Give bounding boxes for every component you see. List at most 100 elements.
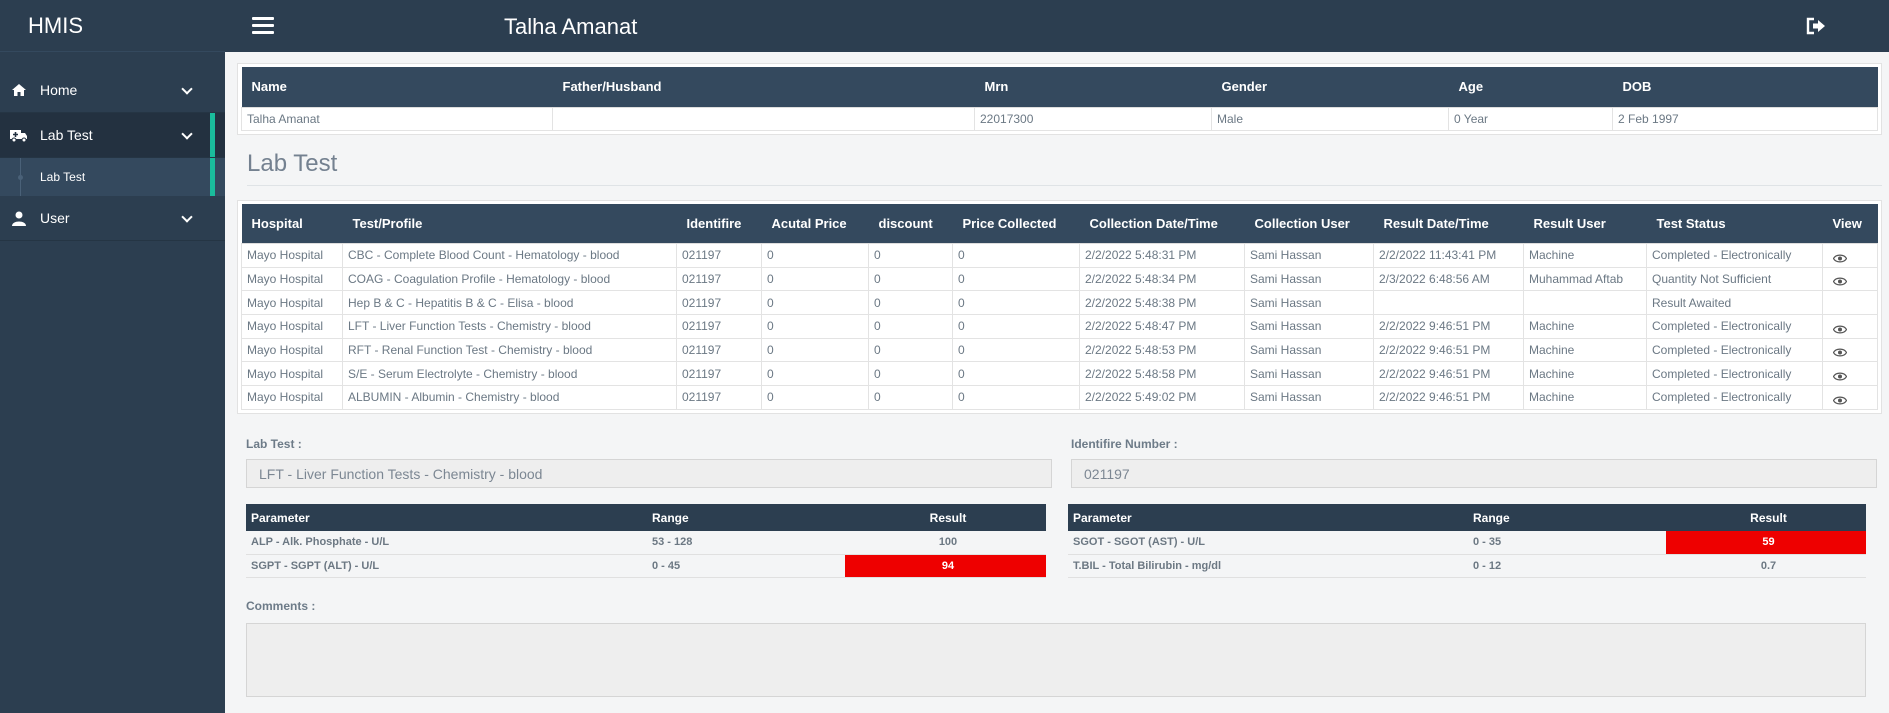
lab-test-field[interactable]: LFT - Liver Function Tests - Chemistry -… <box>246 459 1052 488</box>
table-row: SGOT - SGOT (AST) - U/L 0 - 35 59 <box>1068 531 1866 555</box>
cell-discount: 0 <box>868 290 953 316</box>
identifire-label: Identifire Number : <box>1071 437 1178 451</box>
cell-collected: 0 <box>952 385 1080 410</box>
cell-id: 021197 <box>676 385 762 410</box>
column-header: Identifire <box>676 203 762 244</box>
cell-hospital: Mayo Hospital <box>241 361 343 387</box>
eye-icon[interactable] <box>1832 252 1848 263</box>
cell-coll-user: Sami Hassan <box>1244 290 1374 316</box>
brand-logo[interactable]: HMIS <box>0 0 225 52</box>
cell-res-dt: 2/2/2022 11:43:41 PM <box>1373 243 1524 268</box>
cell-price: 0 <box>761 361 869 387</box>
lab-test-label: Lab Test : <box>246 437 302 451</box>
cell-hospital: Mayo Hospital <box>241 337 343 363</box>
cell-collected: 0 <box>952 314 1080 339</box>
identifire-field[interactable]: 021197 <box>1071 459 1877 488</box>
eye-icon[interactable] <box>1832 370 1848 381</box>
param-result: 94 <box>845 554 1046 578</box>
column-header: Test/Profile <box>342 203 677 244</box>
cell-res-user: Machine <box>1523 337 1647 363</box>
params-right: Parameter Range Result SGOT - SGOT (AST)… <box>1068 504 1866 578</box>
patient-info-table: Name Father/Husband Mrn Gender Age DOB T… <box>241 67 1878 131</box>
param-range: 0 - 12 <box>1468 554 1666 578</box>
cell-price: 0 <box>761 337 869 363</box>
cell-test: LFT - Liver Function Tests - Chemistry -… <box>342 314 677 339</box>
sidebar-item-user[interactable]: User <box>0 196 225 241</box>
main-content: Name Father/Husband Mrn Gender Age DOB T… <box>237 63 1882 697</box>
cell-collected: 0 <box>952 337 1080 363</box>
sidebar-item-lab-test[interactable]: Lab Test <box>0 113 225 158</box>
cell-id: 021197 <box>676 337 762 363</box>
table-row: Mayo Hospital RFT - Renal Function Test -… <box>241 337 1878 363</box>
cell-coll-user: Sami Hassan <box>1244 337 1374 363</box>
column-header: Acutal Price <box>761 203 869 244</box>
cell-coll-dt: 2/2/2022 5:49:02 PM <box>1079 385 1245 410</box>
cell-res-dt: 2/3/2022 6:48:56 AM <box>1373 266 1524 292</box>
cell-coll-user: Sami Hassan <box>1244 385 1374 410</box>
table-row: Mayo Hospital COAG - Coagulation Profile … <box>241 266 1878 292</box>
cell-view <box>1822 337 1878 363</box>
cell-hospital: Mayo Hospital <box>241 266 343 292</box>
page-title: Talha Amanat <box>504 14 638 39</box>
cell-id: 021197 <box>676 266 762 292</box>
cell-res-dt: 2/2/2022 9:46:51 PM <box>1373 314 1524 339</box>
lab-tests-panel: Hospital Test/Profile Identifire Acutal Pri… <box>237 199 1882 414</box>
menu-toggle-icon[interactable] <box>252 17 274 35</box>
cell-res-dt: 2/2/2022 9:46:51 PM <box>1373 361 1524 387</box>
cell-view <box>1822 290 1878 316</box>
param-result: 59 <box>1666 531 1866 555</box>
cell-status: Quantity Not Sufficient <box>1646 266 1823 292</box>
eye-icon[interactable] <box>1832 323 1848 334</box>
cell-hospital: Mayo Hospital <box>241 314 343 339</box>
eye-icon[interactable] <box>1832 346 1848 357</box>
column-header: Parameter <box>246 504 647 531</box>
table-row: SGPT - SGPT (ALT) - U/L 0 - 45 94 <box>246 554 1046 578</box>
column-header: Father/Husband <box>552 67 975 108</box>
table-row: Mayo Hospital LFT - Liver Function Tests … <box>241 314 1878 339</box>
cell-hospital: Mayo Hospital <box>241 290 343 316</box>
eye-icon[interactable] <box>1832 275 1848 286</box>
table-row: Mayo Hospital ALBUMIN - Albumin - Chemist… <box>241 385 1878 410</box>
param-range: 53 - 128 <box>647 531 845 555</box>
table-row: Talha Amanat 22017300 Male 0 Year 2 Feb … <box>241 106 1878 131</box>
cell-status: Completed - Electronically <box>1646 314 1823 339</box>
user-icon <box>10 209 28 227</box>
patient-father <box>552 106 975 131</box>
cell-collected: 0 <box>952 361 1080 387</box>
column-header: Result <box>845 504 1046 531</box>
param-result: 100 <box>845 531 1046 555</box>
cell-coll-user: Sami Hassan <box>1244 314 1374 339</box>
logout-icon[interactable] <box>1806 17 1826 35</box>
parameter-table-right: Parameter Range Result SGOT - SGOT (AST)… <box>1068 504 1866 578</box>
eye-icon[interactable] <box>1832 394 1848 405</box>
chevron-down-icon <box>181 83 193 95</box>
cell-hospital: Mayo Hospital <box>241 385 343 410</box>
table-row: ALP - Alk. Phosphate - U/L 53 - 128 100 <box>246 531 1046 555</box>
sidebar-item-home[interactable]: Home <box>0 68 225 113</box>
cell-discount: 0 <box>868 243 953 268</box>
cell-test: S/E - Serum Electrolyte - Chemistry - bl… <box>342 361 677 387</box>
param-range: 0 - 35 <box>1468 531 1666 555</box>
cell-discount: 0 <box>868 314 953 339</box>
cell-collected: 0 <box>952 266 1080 292</box>
comments-field[interactable] <box>246 623 1866 697</box>
cell-hospital: Mayo Hospital <box>241 243 343 268</box>
column-header: View <box>1822 203 1878 244</box>
column-header: Test Status <box>1646 203 1823 244</box>
parameter-table-left: Parameter Range Result ALP - Alk. Phosph… <box>246 504 1046 578</box>
column-header: Gender <box>1211 67 1449 108</box>
cell-price: 0 <box>761 314 869 339</box>
cell-coll-user: Sami Hassan <box>1244 243 1374 268</box>
sidebar-item-label: Home <box>40 82 78 98</box>
sidebar-subitem-lab-test[interactable]: Lab Test <box>0 158 225 196</box>
cell-coll-dt: 2/2/2022 5:48:38 PM <box>1079 290 1245 316</box>
cell-coll-dt: 2/2/2022 5:48:47 PM <box>1079 314 1245 339</box>
sidebar: HMIS Home Lab Test Lab Test User <box>0 0 225 713</box>
cell-test: Hep B & C - Hepatitis B & C - Elisa - bl… <box>342 290 677 316</box>
column-header: Age <box>1448 67 1613 108</box>
cell-id: 021197 <box>676 290 762 316</box>
cell-coll-dt: 2/2/2022 5:48:58 PM <box>1079 361 1245 387</box>
lab-tests-table: Hospital Test/Profile Identifire Acutal Pri… <box>241 203 1878 410</box>
cell-res-dt <box>1373 290 1524 316</box>
cell-status: Completed - Electronically <box>1646 385 1823 410</box>
